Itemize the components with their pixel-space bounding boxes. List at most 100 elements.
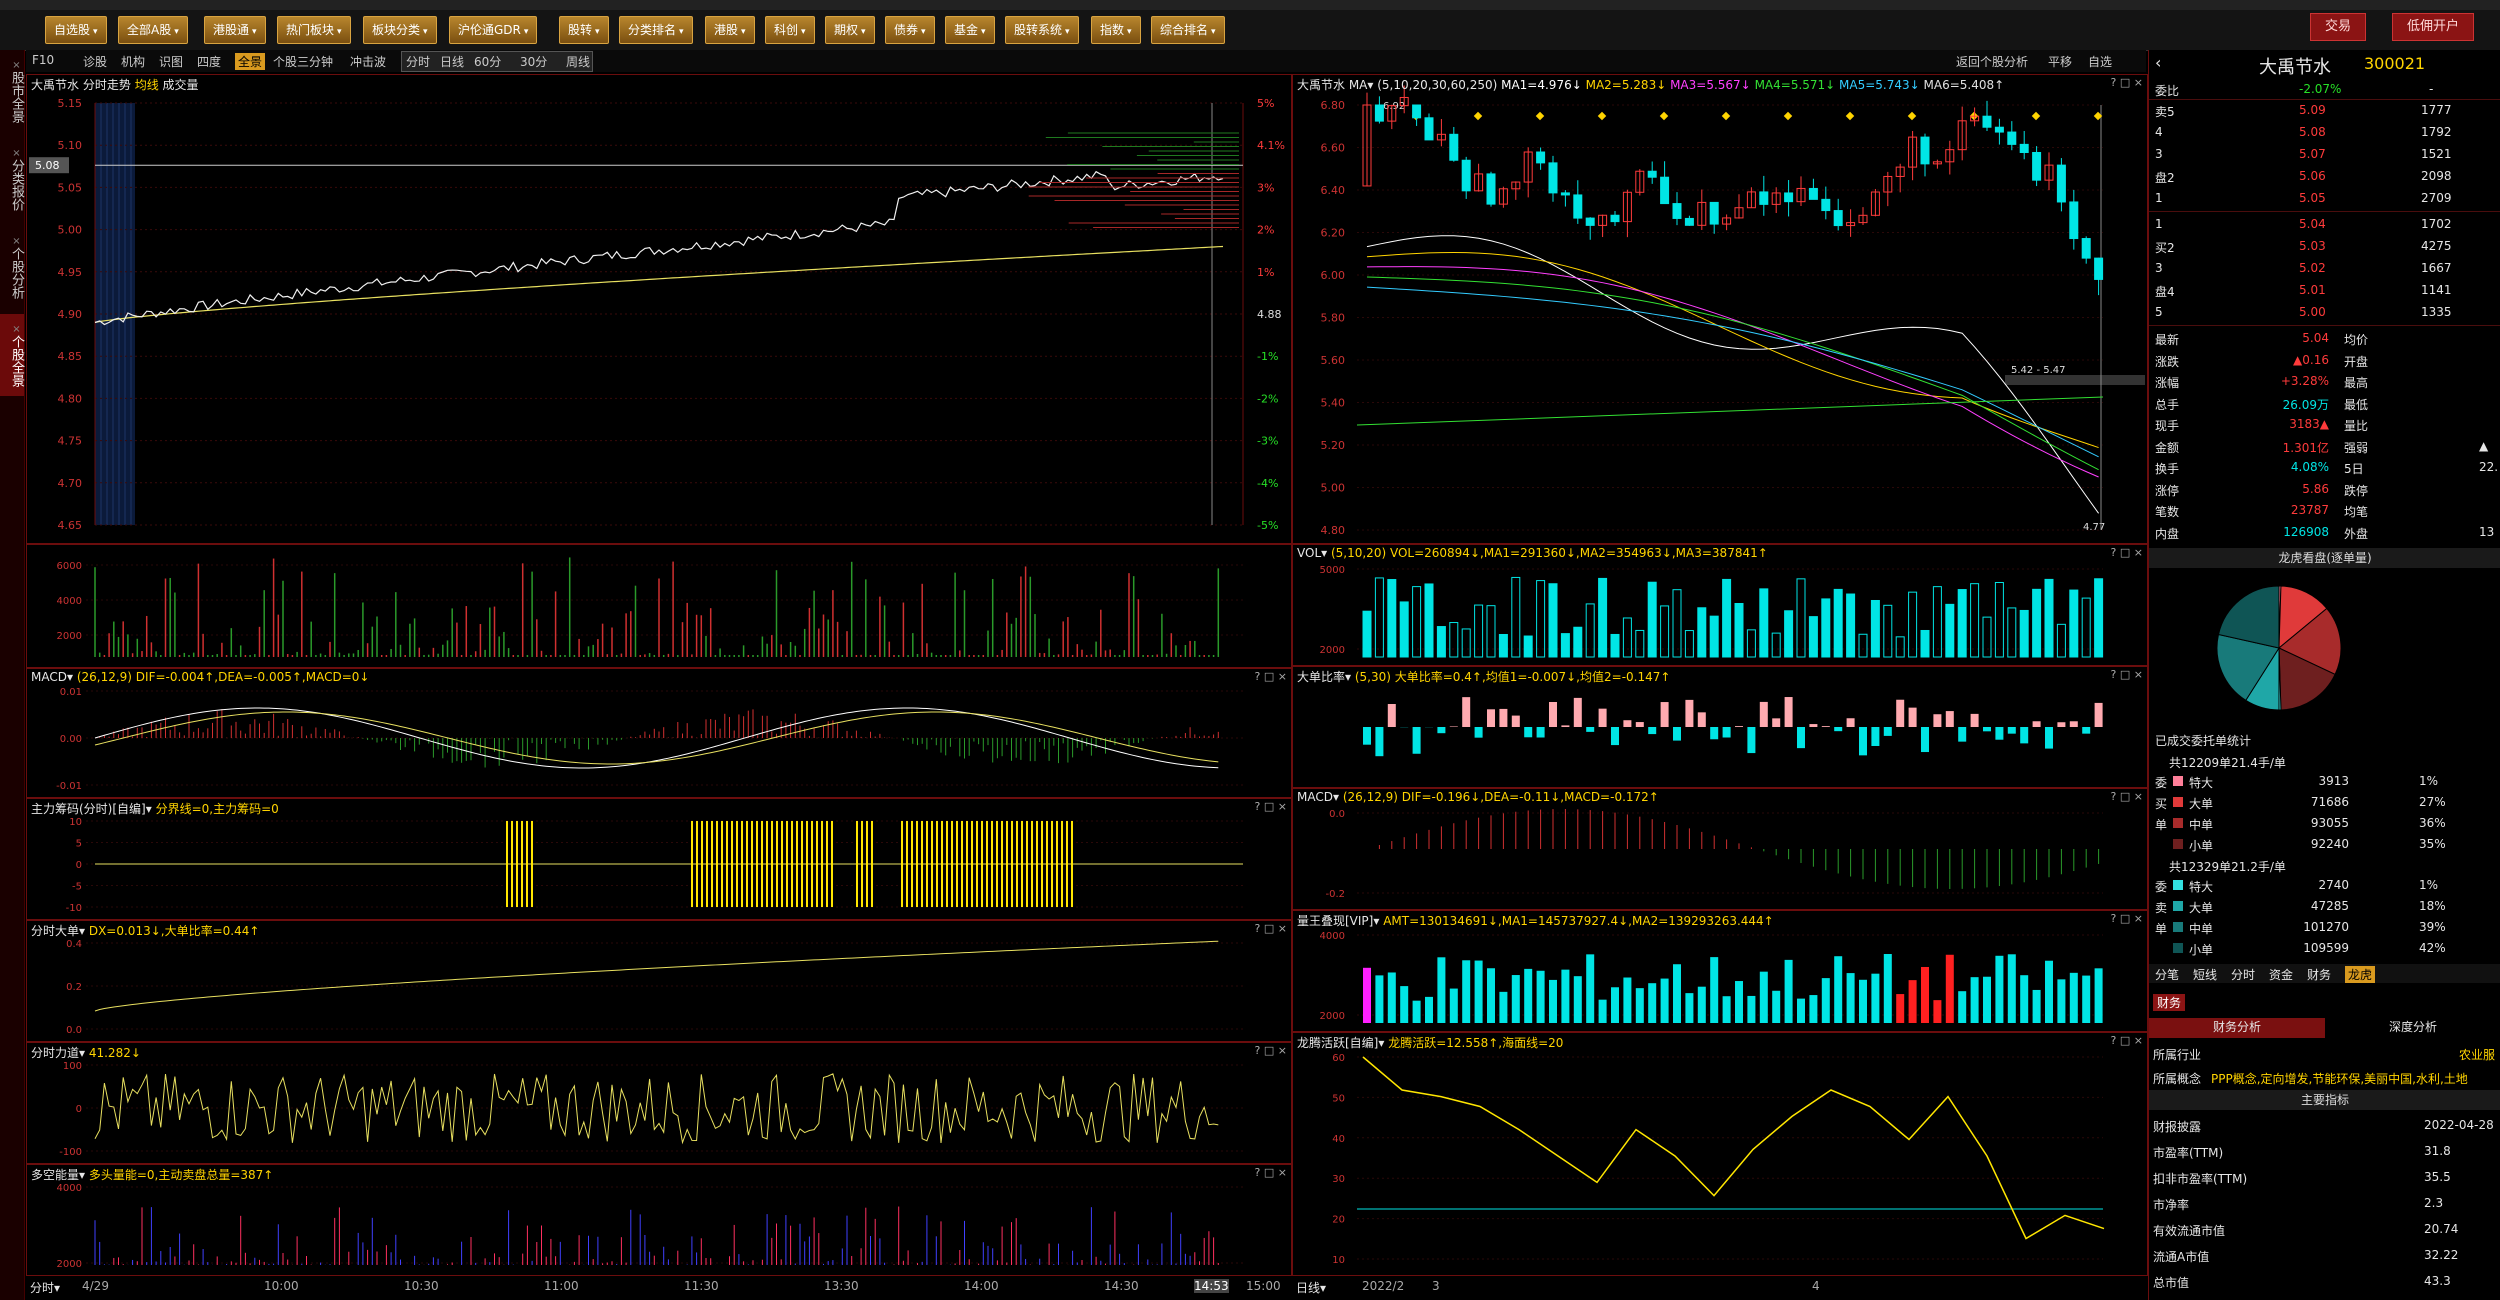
order-pct: 36% (2419, 816, 2446, 830)
menu-button-6[interactable]: 股转 ▾ (559, 16, 609, 44)
menu-button-12[interactable]: 基金 ▾ (945, 16, 995, 44)
indicator-name[interactable]: 分时力道▾ (31, 1046, 89, 1060)
bottom-tab-1[interactable]: 短线 (2193, 966, 2217, 983)
trade-button[interactable]: 交易 (2310, 13, 2367, 41)
ma-value: MA2=5.283↓ (1585, 78, 1671, 92)
toolbar-item-4[interactable]: 四度 (197, 53, 221, 70)
indicator-axis-label: -0.01 (56, 781, 82, 792)
menu-button-9[interactable]: 科创 ▾ (765, 16, 815, 44)
sub-tab-deep[interactable]: 深度分析 (2325, 1018, 2500, 1035)
volume-bar (1412, 586, 1422, 658)
bid-row: 盘4 5.01 1141 (2149, 281, 2500, 300)
dropdown-arrow-icon: ▾ (1127, 27, 1132, 37)
menu-button-4[interactable]: 板块分类 ▾ (363, 16, 437, 44)
ma-value: MA4=5.571↓ (1754, 78, 1840, 92)
menu-button-15[interactable]: 综合排名 ▾ (1151, 16, 1225, 44)
amount-bar (1834, 956, 1843, 1023)
volume-bar (1449, 622, 1459, 658)
period-item-0[interactable]: 分时 (406, 53, 430, 70)
toolbar-item-7[interactable]: 冲击波 (350, 53, 386, 70)
menu-button-7[interactable]: 分类排名 ▾ (619, 16, 693, 44)
finance-tab[interactable]: 财务 (2153, 994, 2186, 1011)
menu-button-1[interactable]: 全部A股 ▾ (118, 16, 188, 44)
menu-button-0[interactable]: 自选股 ▾ (45, 16, 107, 44)
bottom-tab-2[interactable]: 分时 (2231, 966, 2255, 983)
price-axis-label: 5.05 (58, 181, 83, 194)
panel-controls[interactable]: ? □ × (1255, 1044, 1287, 1057)
order-type: 大单 (2189, 901, 2214, 915)
indicator-name[interactable]: MACD▾ (31, 670, 77, 684)
toolbar-item-3[interactable]: 识图 (159, 53, 183, 70)
toolbar-item-1[interactable]: 诊股 (83, 53, 107, 70)
bottom-tab-3[interactable]: 资金 (2269, 966, 2293, 983)
close-icon[interactable]: × (11, 60, 22, 71)
left-tab-2[interactable]: ×个股分析 (0, 226, 24, 308)
stat-label: 内盘 (2155, 526, 2180, 541)
left-tab-0[interactable]: ×股市全景 (0, 50, 24, 132)
price-axis-label: 4.65 (58, 519, 83, 532)
sell-total: 共12329单21.2手/单 (2169, 860, 2286, 874)
toolbar-item-6[interactable]: 个股三分钟 (273, 53, 333, 70)
period-item-4[interactable]: 周线 (566, 53, 590, 70)
indicator-axis-label: 10 (1332, 1255, 1345, 1266)
buy-order-row: 小单 92240 35% (2149, 835, 2500, 854)
toolbar-item-5[interactable]: 全景 (235, 53, 266, 70)
menu-button-10[interactable]: 期权 ▾ (825, 16, 875, 44)
toolbar-right-item-0[interactable]: 返回个股分析 (1956, 53, 2028, 70)
indicator-name[interactable]: 主力筹码(分时)[自编]▾ (31, 802, 156, 816)
amount-bar (2007, 954, 2016, 1023)
ma-label[interactable]: MA▾ (1349, 78, 1377, 92)
menu-button-14[interactable]: 指数 ▾ (1091, 16, 1141, 44)
amount-bar (1487, 968, 1495, 1023)
bottom-tab-0[interactable]: 分笔 (2155, 966, 2179, 983)
close-icon[interactable]: × (11, 236, 22, 247)
timeframe-label[interactable]: 分时▾ (30, 1279, 60, 1296)
indicator-name[interactable]: 龙腾活跃[自编]▾ (1297, 1036, 1388, 1050)
sub-tab-finance[interactable]: 财务分析 (2149, 1018, 2325, 1038)
stat-label2: 开盘 (2344, 354, 2369, 369)
menu-button-13[interactable]: 股转系统 ▾ (1005, 16, 1079, 44)
panel-controls[interactable]: ? □ × (1255, 670, 1287, 683)
indicator-axis-label: -10 (66, 903, 82, 914)
bottom-tab-5[interactable]: 龙虎 (2345, 966, 2376, 983)
panel-controls[interactable]: ? □ × (2111, 668, 2143, 681)
period-item-2[interactable]: 60分 (474, 53, 501, 70)
panel-controls[interactable]: ? □ × (2111, 912, 2143, 925)
indicator-name[interactable]: 量王叠现[VIP]▾ (1297, 914, 1383, 928)
ma-line (1366, 235, 2100, 514)
indicator-name[interactable]: MACD▾ (1297, 790, 1343, 804)
left-tab-1[interactable]: ×分类报价 (0, 138, 24, 220)
indicator-name[interactable]: VOL▾ (1297, 546, 1331, 560)
ratio-bar (1735, 726, 1743, 727)
open-account-button[interactable]: 低佣开户 (2392, 13, 2475, 41)
toolbar-item-0[interactable]: F10 (32, 53, 54, 67)
menu-button-11[interactable]: 债券 ▾ (885, 16, 935, 44)
timeframe-label[interactable]: 日线▾ (1296, 1279, 1326, 1296)
panel-controls[interactable]: ? □ × (1255, 1166, 1287, 1179)
toolbar-right-item-1[interactable]: 平移 (2048, 53, 2072, 70)
indicator-name[interactable]: 大单比率▾ (1297, 670, 1355, 684)
menu-button-5[interactable]: 沪伦通GDR ▾ (449, 16, 538, 44)
bottom-tab-4[interactable]: 财务 (2307, 966, 2331, 983)
menu-button-8[interactable]: 港股 ▾ (705, 16, 755, 44)
menu-button-3[interactable]: 热门板块 ▾ (277, 16, 351, 44)
period-item-3[interactable]: 30分 (520, 53, 547, 70)
menu-button-2[interactable]: 港股通 ▾ (204, 16, 266, 44)
panel-controls[interactable]: ? □ × (2111, 790, 2143, 803)
back-icon[interactable]: ‹ (2155, 53, 2161, 72)
panel-controls[interactable]: ? □ × (1255, 800, 1287, 813)
panel-controls[interactable]: ? □ × (2111, 76, 2143, 89)
indicator-name[interactable]: 多空能量▾ (31, 1168, 89, 1182)
close-icon[interactable]: × (11, 324, 22, 335)
left-tab-3[interactable]: ×个股全景 (0, 314, 24, 396)
indicator-axis-label: 0.2 (66, 982, 82, 993)
indicator-axis-label: -100 (59, 1147, 82, 1158)
panel-controls[interactable]: ? □ × (2111, 546, 2143, 559)
toolbar-item-2[interactable]: 机构 (121, 53, 145, 70)
panel-controls[interactable]: ? □ × (1255, 922, 1287, 935)
panel-controls[interactable]: ? □ × (2111, 1034, 2143, 1047)
period-item-1[interactable]: 日线 (440, 53, 464, 70)
indicator-name[interactable]: 分时大单▾ (31, 924, 89, 938)
toolbar-right-item-2[interactable]: 自选 (2088, 53, 2112, 70)
close-icon[interactable]: × (11, 148, 22, 159)
